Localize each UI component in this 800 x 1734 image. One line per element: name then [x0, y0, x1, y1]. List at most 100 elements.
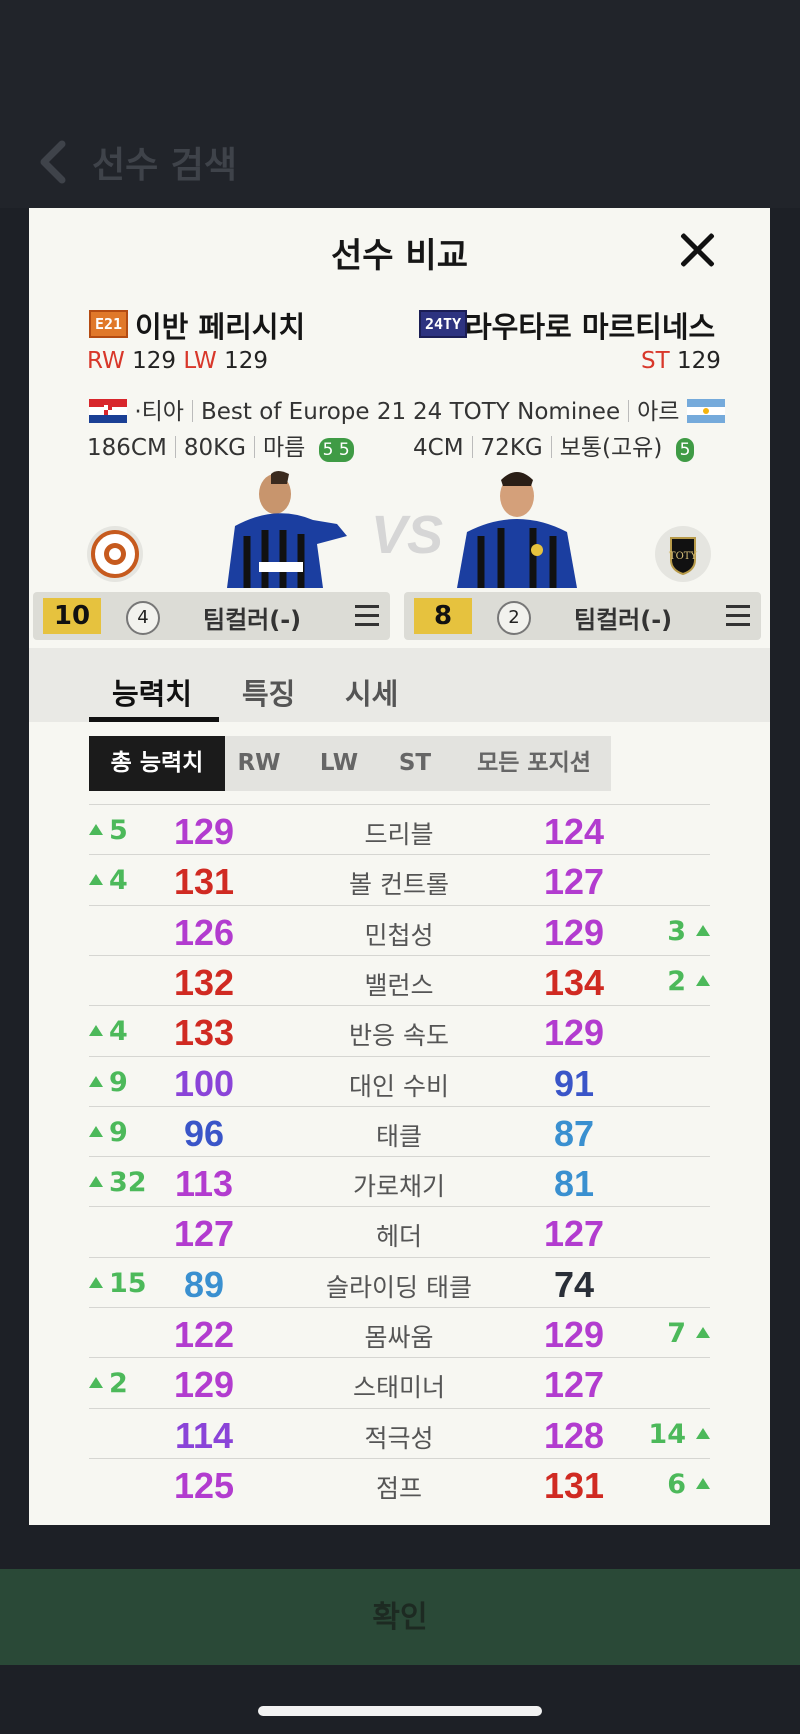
left-diff-value: 9	[109, 1066, 128, 1098]
stat-label: 대인 수비	[349, 1071, 449, 1101]
stat-label: 가로채기	[352, 1172, 445, 1202]
up-arrow-icon	[89, 824, 103, 835]
background-page-title: 선수 검색	[92, 145, 238, 186]
left-grade-badge[interactable]: 4	[126, 601, 160, 635]
right-menu-icon[interactable]	[726, 605, 750, 627]
left-stat-value: 127	[173, 1213, 235, 1255]
left-diff-value: 4	[109, 1016, 128, 1048]
left-player-image	[227, 471, 347, 588]
stat-label: 태클	[375, 1121, 422, 1151]
left-diff: 15	[89, 1268, 147, 1299]
back-chevron-icon[interactable]	[36, 140, 70, 184]
stat-row: 132 밸런스 134 2	[89, 954, 710, 1006]
stat-row: 125 점프 131 6	[89, 1457, 710, 1509]
up-arrow-icon	[696, 924, 710, 936]
left-foot-icon: 5 5	[318, 438, 354, 462]
stat-row: 127 헤더 127	[89, 1206, 710, 1257]
right-diff-value: 6	[667, 1468, 686, 1500]
left-stat-value: 122	[173, 1314, 235, 1355]
subtab-rw[interactable]: RW	[229, 736, 289, 791]
left-diff: 9	[89, 1067, 128, 1098]
up-arrow-icon	[89, 1025, 103, 1037]
right-player-image	[457, 472, 577, 588]
right-diff-value: 3	[667, 915, 686, 947]
up-arrow-icon	[696, 1477, 710, 1489]
stat-label: 점프	[375, 1473, 422, 1503]
tab-price[interactable]: 시세	[345, 671, 398, 713]
right-info-line: 24 TOTY Nominee 아르	[413, 392, 725, 426]
argentina-flag-icon	[686, 399, 725, 423]
left-diff: 2	[89, 1368, 128, 1399]
stat-row: 32 113 가로채기 81	[89, 1156, 710, 1207]
right-player-name: 라우타로 마르티네스	[465, 310, 716, 344]
stat-label: 슬라이딩 태클	[326, 1272, 472, 1302]
right-stat-value: 127	[543, 1364, 605, 1406]
right-stat-value: 131	[543, 1464, 605, 1506]
stat-row: 126 민첩성 129 3	[89, 904, 710, 956]
close-icon[interactable]	[675, 228, 719, 272]
right-foot-icon: 5	[675, 438, 695, 462]
up-arrow-icon	[89, 1176, 103, 1188]
stat-label: 밸런스	[364, 970, 434, 1000]
subtab-total[interactable]: 총 능력치	[89, 736, 225, 791]
right-diff-value: 7	[667, 1318, 686, 1349]
stat-row: 2 129 스태미너 127	[89, 1357, 710, 1408]
left-stat-value: 131	[173, 861, 235, 903]
right-stat-value: 127	[543, 1213, 605, 1255]
left-level-badge[interactable]: 10	[43, 598, 101, 634]
tab-traits[interactable]: 특징	[242, 671, 295, 713]
tab-stats[interactable]: 능력치	[112, 671, 192, 713]
right-stat-value: 129	[543, 911, 605, 953]
left-diff: 32	[89, 1167, 147, 1198]
right-level-badge[interactable]: 8	[414, 598, 472, 634]
subtab-st[interactable]: ST	[385, 736, 445, 791]
right-diff: 3	[667, 916, 710, 947]
left-diff-value: 15	[109, 1267, 147, 1299]
subtab-all-positions[interactable]: 모든 포지션	[459, 736, 609, 791]
left-diff-value: 2	[109, 1368, 128, 1400]
left-menu-icon[interactable]	[355, 605, 379, 627]
stat-row: 4 133 반응 속도 129	[89, 1005, 710, 1056]
left-stat-value: 129	[173, 811, 235, 852]
right-upgrade-bar: 8 2 팀컬러(-)	[404, 592, 761, 640]
stat-row: 9 96 태클 87	[89, 1105, 710, 1157]
up-arrow-icon	[89, 1377, 103, 1389]
left-stat-value: 114	[174, 1414, 234, 1456]
right-diff: 7	[667, 1318, 710, 1349]
subtab-lw[interactable]: LW	[309, 736, 369, 791]
right-stat-value: 129	[543, 1314, 605, 1355]
up-arrow-icon	[89, 1125, 103, 1137]
stat-row: 5 129 드리블 124	[89, 804, 710, 855]
left-team-color[interactable]: 팀컬러(-)	[203, 600, 301, 635]
right-stat-value: 134	[543, 961, 605, 1003]
right-body-line: 4CM 72KG 보통(고유) 5	[413, 428, 695, 462]
stat-row: 4 131 볼 컨트롤 127	[89, 854, 710, 905]
right-grade-badge[interactable]: 2	[497, 601, 531, 635]
left-player-name: 이반 페리시치	[135, 310, 306, 344]
up-arrow-icon	[89, 1276, 103, 1288]
left-stat-value: 96	[183, 1112, 225, 1154]
left-diff-value: 4	[109, 865, 128, 897]
right-diff: 2	[667, 966, 710, 997]
left-stat-value: 113	[174, 1163, 234, 1205]
right-stat-value: 124	[543, 811, 605, 852]
left-info-line: ·티아 Best of Europe 21	[89, 392, 406, 426]
stat-label: 볼 컨트롤	[349, 870, 449, 900]
right-team-color[interactable]: 팀컬러(-)	[574, 600, 672, 635]
stat-row: 15 89 슬라이딩 태클 74	[89, 1256, 710, 1308]
left-diff: 9	[89, 1117, 128, 1148]
stat-label: 몸싸움	[364, 1323, 434, 1352]
left-stat-value: 125	[173, 1464, 235, 1506]
left-body-line: 186CM 80KG 마름 5 5	[87, 428, 354, 462]
stat-label: 적극성	[364, 1423, 434, 1453]
right-positions: ST 129	[641, 348, 721, 374]
left-diff: 4	[89, 1016, 128, 1047]
left-diff-value: 32	[109, 1167, 147, 1199]
right-diff: 6	[667, 1469, 710, 1500]
left-stat-value: 89	[183, 1263, 225, 1305]
right-stat-value: 87	[553, 1112, 595, 1154]
right-stat-value: 91	[553, 1062, 595, 1104]
left-diff: 5	[89, 815, 128, 846]
croatia-flag-icon	[89, 399, 127, 423]
left-upgrade-bar: 10 4 팀컬러(-)	[33, 592, 390, 640]
